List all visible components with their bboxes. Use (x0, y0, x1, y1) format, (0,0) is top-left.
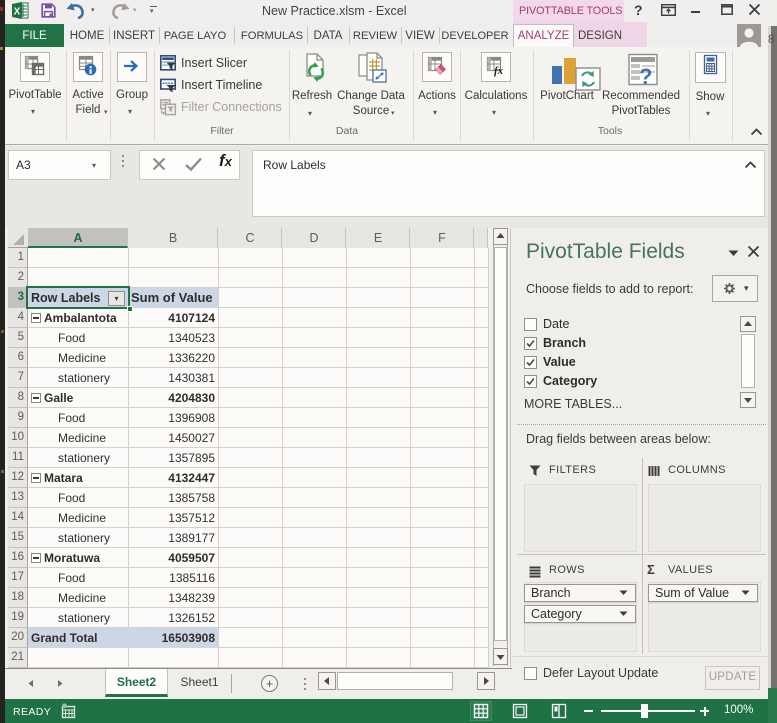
svg-text:X: X (14, 7, 21, 18)
svg-text:?: ? (639, 64, 652, 86)
svg-text:fx: fx (494, 65, 504, 77)
